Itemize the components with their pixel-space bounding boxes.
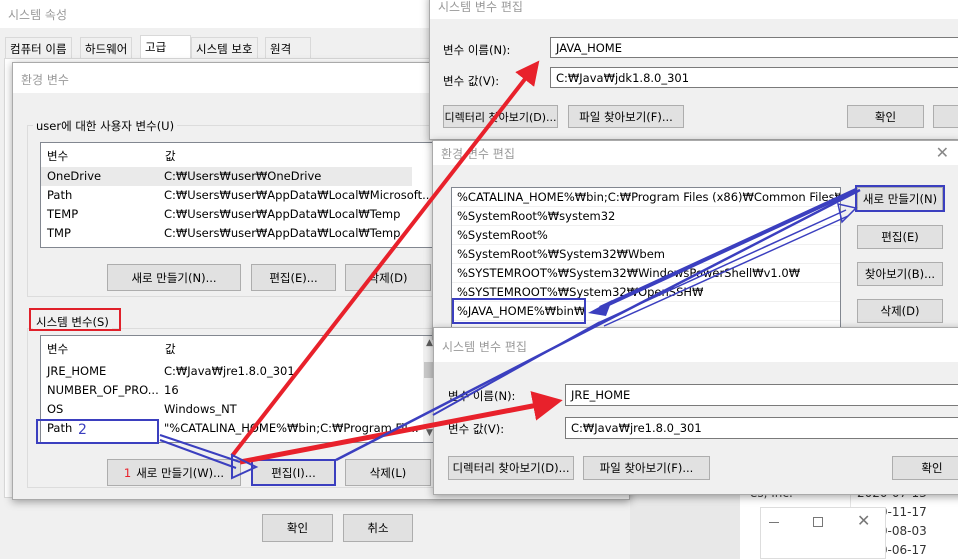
list-item[interactable]: %SYSTEMROOT%₩System32₩OpenSSH₩ <box>452 283 840 302</box>
browse-file-button[interactable]: 파일 찾아보기(F)... <box>583 456 710 480</box>
table-row[interactable]: OS Windows_NT <box>41 400 412 419</box>
table-row[interactable]: JRE_HOME C:₩Java₩jre1.8.0_301 <box>41 362 412 381</box>
cancel-button[interactable] <box>933 105 958 128</box>
dialog-titlebar: 환경 변수 편집 ✕ <box>433 141 958 165</box>
maximize-icon[interactable] <box>813 517 823 527</box>
user-new-button[interactable]: 새로 만들기(N)... <box>107 264 241 291</box>
list-item[interactable]: %SYSTEMROOT%₩System32₩WindowsPowerShell₩… <box>452 264 840 283</box>
table-row[interactable]: OneDrive C:₩Users₩user₩OneDrive <box>41 167 412 186</box>
table-row[interactable]: Path C:₩Users₩user₩AppData₩Local₩Microsof… <box>41 186 433 205</box>
dialog-title: 환경 변수 편집 <box>441 147 515 161</box>
variable-value-label: 변수 값(V): <box>443 74 500 88</box>
column-header-value[interactable]: 값 <box>165 148 176 164</box>
window-title: 시스템 속성 <box>8 8 68 22</box>
variable-value-input[interactable]: C:₩Java₩jre1.8.0_301 <box>565 417 958 439</box>
variable-name-input[interactable]: JAVA_HOME <box>550 37 958 58</box>
env-title: 환경 변수 <box>21 73 69 87</box>
ok-button[interactable]: 확인 <box>262 514 333 542</box>
table-row[interactable]: Path "%CATALINA_HOME%₩bin;C:₩Program Fil.… <box>41 419 419 438</box>
user-variables-list[interactable]: 변수 값 OneDrive C:₩Users₩user₩OneDrive Path… <box>40 142 440 248</box>
ok-button[interactable]: 확인 <box>892 456 958 480</box>
system-new-button[interactable]: 1 새로 만들기(W)... <box>107 459 241 486</box>
system-variables-label: 시스템 변수(S) <box>33 314 112 330</box>
browse-path-button[interactable]: 찾아보기(B)... <box>857 262 943 286</box>
new-path-button[interactable]: 새로 만들기(N) <box>857 187 943 211</box>
list-item[interactable]: %CATALINA_HOME%₩bin;C:₩Program Files (x8… <box>452 188 840 207</box>
list-item[interactable]: %SystemRoot%₩system32 <box>452 207 840 226</box>
variable-name-label: 변수 이름(N): <box>443 43 511 57</box>
table-row[interactable]: NUMBER_OF_PRO... 16 <box>41 381 412 400</box>
system-delete-button[interactable]: 삭제(L) <box>345 459 431 486</box>
table-row[interactable]: TEMP C:₩Users₩user₩AppData₩Local₩Temp <box>41 205 412 224</box>
dialog-titlebar: 시스템 변수 편집 <box>434 328 958 362</box>
list-item[interactable]: %SystemRoot% <box>452 226 840 245</box>
list-item[interactable]: %SystemRoot%₩System32₩Wbem <box>452 245 840 264</box>
variable-name-label: 변수 이름(N): <box>448 389 516 403</box>
delete-path-button[interactable]: 삭제(D) <box>857 299 943 323</box>
scroll-down-icon[interactable]: ▼ <box>426 428 433 438</box>
system-variables-list[interactable]: 변수 값 JRE_HOME C:₩Java₩jre1.8.0_301 NUMBER… <box>40 335 440 443</box>
edit-system-variable-jre-home: 시스템 변수 편집 변수 이름(N): JRE_HOME 변수 값(V): C:… <box>433 327 958 495</box>
user-variables-label: user에 대한 사용자 변수(U) <box>33 118 178 134</box>
column-header-name[interactable]: 변수 <box>47 341 68 357</box>
list-item[interactable]: %JAVA_HOME%₩bin₩ <box>452 302 840 321</box>
user-delete-button[interactable]: 삭제(D) <box>345 264 431 291</box>
ok-button[interactable]: 확인 <box>847 105 924 128</box>
edit-system-variable-java-home: 시스템 변수 편집 변수 이름(N): JAVA_HOME 변수 값(V): C… <box>429 0 958 140</box>
dialog-title: 시스템 변수 편집 <box>442 340 527 354</box>
close-icon[interactable]: ✕ <box>936 143 949 162</box>
step-1-marker: 1 <box>123 465 132 480</box>
tab-remote[interactable]: 원격 <box>265 37 311 58</box>
variable-value-input[interactable]: C:₩Java₩jdk1.8.0_301 <box>550 67 958 88</box>
table-row[interactable]: TMP C:₩Users₩user₩AppData₩Local₩Temp <box>41 224 412 243</box>
variable-value-label: 변수 값(V): <box>448 422 505 436</box>
minimize-icon[interactable] <box>769 522 779 523</box>
tab-system-protection[interactable]: 시스템 보호 <box>191 37 258 58</box>
list-header: 변수 값 <box>41 336 439 360</box>
browse-directory-button[interactable]: 디렉터리 찾아보기(D)... <box>448 456 574 480</box>
system-edit-button[interactable]: 편집(I)... <box>251 459 336 486</box>
list-header: 변수 값 <box>41 143 439 167</box>
column-header-name[interactable]: 변수 <box>47 148 68 164</box>
dialog-title: 시스템 변수 편집 <box>438 0 523 14</box>
browse-file-button[interactable]: 파일 찾아보기(F)... <box>568 105 684 128</box>
variable-name-input[interactable]: JRE_HOME <box>565 384 958 406</box>
tab-computer-name[interactable]: 컴퓨터 이름 <box>5 37 72 58</box>
edit-environment-variable-window: 환경 변수 편집 ✕ %CATALINA_HOME%₩bin;C:₩Progra… <box>432 140 958 341</box>
tab-advanced[interactable]: 고급 <box>140 35 191 58</box>
close-icon[interactable]: ✕ <box>857 511 870 530</box>
tab-hardware[interactable]: 하드웨어 <box>80 37 133 58</box>
cancel-button[interactable]: 취소 <box>343 514 413 542</box>
browse-directory-button[interactable]: 디렉터리 찾아보기(D)... <box>443 105 558 128</box>
minimized-window-titlebar: ✕ <box>760 507 886 559</box>
path-entries-list[interactable]: %CATALINA_HOME%₩bin;C:₩Program Files (x8… <box>451 187 841 341</box>
user-edit-button[interactable]: 편집(E)... <box>251 264 336 291</box>
edit-path-button[interactable]: 편집(E) <box>857 225 943 249</box>
dialog-titlebar: 시스템 변수 편집 <box>430 0 958 19</box>
column-header-value[interactable]: 값 <box>165 341 176 357</box>
